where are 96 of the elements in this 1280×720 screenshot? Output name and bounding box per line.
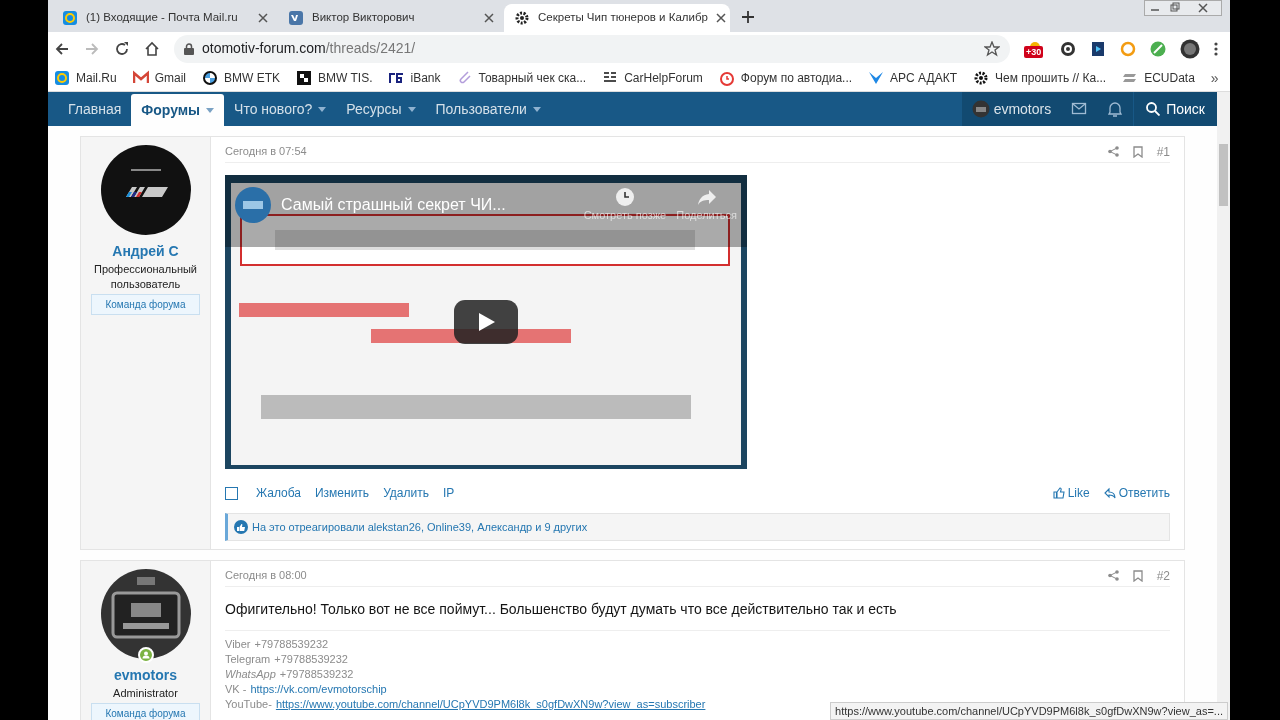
lock-icon bbox=[184, 42, 194, 55]
post-time[interactable]: Сегодня в 08:00 bbox=[225, 567, 307, 584]
user-badge: Команда форума bbox=[91, 703, 200, 720]
signature-label: Telegram bbox=[225, 652, 271, 667]
bookmark[interactable]: iBank bbox=[388, 69, 441, 87]
reactions-bar[interactable]: На это отреагировали alekstan26, Online39, Александр и 9 других bbox=[225, 513, 1170, 541]
action-link[interactable]: Удалить bbox=[383, 484, 429, 502]
bookmark[interactable]: Mail.Ru bbox=[54, 69, 117, 87]
close-icon[interactable] bbox=[484, 13, 494, 23]
thumbs-up-icon bbox=[1052, 487, 1065, 499]
browser-tab[interactable]: Секреты Чип тюнеров и Калибр bbox=[504, 4, 730, 32]
menu-icon[interactable] bbox=[1214, 41, 1218, 56]
signature-value: +79788539232 bbox=[279, 667, 354, 682]
profile-avatar-icon[interactable] bbox=[1180, 38, 1200, 59]
reload-icon[interactable] bbox=[114, 40, 130, 57]
post-number[interactable]: #2 bbox=[1156, 566, 1170, 585]
action-link[interactable]: Жалоба bbox=[256, 484, 301, 502]
link[interactable]: https://www.youtube.com/channel/UCpYVD9PM6l8k_s0gfDwXN9w?view_as=subscriber bbox=[275, 697, 706, 712]
link[interactable]: https://vk.com/evmotorschip bbox=[250, 682, 387, 697]
roundel-icon bbox=[202, 70, 219, 86]
checker-icon bbox=[296, 70, 313, 86]
gear-icon bbox=[514, 10, 530, 26]
user-badge: Команда форума bbox=[91, 294, 200, 315]
bell-icon[interactable] bbox=[1097, 92, 1134, 126]
signature-label: WhatsApp bbox=[225, 667, 276, 682]
envelope-icon bbox=[132, 70, 149, 86]
url-text: otomotiv-forum.com/threads/2421/ bbox=[202, 39, 417, 58]
back-icon[interactable] bbox=[54, 40, 70, 57]
check-mark-icon bbox=[868, 70, 885, 86]
address-bar[interactable]: otomotiv-forum.com/threads/2421/ bbox=[174, 34, 1010, 63]
bookmark-icon[interactable] bbox=[1132, 145, 1143, 158]
new-tab-icon[interactable] bbox=[742, 11, 754, 23]
reply-icon bbox=[1103, 487, 1116, 499]
at-sign-icon bbox=[62, 10, 78, 26]
share-icon[interactable] bbox=[1107, 570, 1119, 581]
account-button[interactable]: evmotors bbox=[961, 92, 1062, 126]
nav-tab[interactable]: Пользователи bbox=[425, 92, 551, 126]
at-sign-icon bbox=[54, 70, 70, 86]
bookmark[interactable]: Товарный чек ска... bbox=[456, 69, 587, 87]
post-number[interactable]: #1 bbox=[1156, 142, 1170, 161]
author-name[interactable]: Андрей С bbox=[112, 241, 179, 262]
paperclip-icon bbox=[456, 70, 473, 86]
status-url: https://www.youtube.com/channel/UCpYVD9PM6l8k_s0gfDwXN9w?view_as=... bbox=[830, 701, 1228, 720]
post-time[interactable]: Сегодня в 07:54 bbox=[225, 143, 307, 160]
home-icon[interactable] bbox=[144, 40, 160, 57]
author-name[interactable]: evmotors bbox=[114, 665, 177, 686]
reply-link[interactable]: Ответить bbox=[1103, 484, 1170, 502]
bookmark-icon[interactable] bbox=[1132, 569, 1143, 582]
close-icon[interactable] bbox=[715, 13, 726, 23]
search-button[interactable]: Поиск bbox=[1134, 92, 1217, 126]
like-link[interactable]: Like bbox=[1052, 484, 1090, 502]
signature-label: VK - bbox=[225, 682, 247, 697]
bookmark[interactable]: BMW ETK bbox=[202, 69, 281, 87]
user-title: Профессиональный пользователь bbox=[92, 262, 198, 292]
action-link[interactable]: Изменить bbox=[315, 484, 370, 502]
nav-tab[interactable]: Ресурсы bbox=[336, 92, 426, 126]
browser-tab[interactable]: (1) Входящие - Почта Mail.ru bbox=[52, 4, 278, 32]
bookmark[interactable]: ECUData bbox=[1122, 69, 1195, 87]
channel-logo-icon[interactable] bbox=[235, 187, 271, 224]
leaf-icon[interactable] bbox=[1150, 40, 1166, 57]
bookmark[interactable]: Чем прошить // Ка... bbox=[972, 69, 1107, 87]
more-bookmarks-button[interactable]: » bbox=[1210, 67, 1219, 89]
extension-button[interactable]: +30 bbox=[1024, 38, 1046, 59]
user-title: Administrator bbox=[112, 686, 179, 701]
gear-icon bbox=[972, 70, 989, 86]
count-badge: +30 bbox=[1024, 45, 1044, 58]
play-button-icon[interactable] bbox=[454, 300, 518, 344]
signature-label: Viber bbox=[225, 637, 251, 652]
share-icon[interactable] bbox=[1107, 146, 1119, 157]
nav-tab[interactable]: Что нового? bbox=[224, 92, 337, 126]
bookmark[interactable]: BMW TIS. bbox=[296, 69, 373, 87]
nav-tab[interactable]: Главная bbox=[58, 92, 132, 126]
post-text: Офигительно! Только вот не все поймут... Большенство будут думать что все действительно так и есть bbox=[225, 599, 1170, 631]
bookmark[interactable]: Gmail bbox=[132, 69, 187, 87]
star-icon[interactable] bbox=[984, 40, 1000, 57]
avatar-icon bbox=[971, 100, 990, 118]
scrollbar-thumb[interactable] bbox=[1219, 144, 1228, 206]
bookmark[interactable]: Форум по автодиа... bbox=[718, 69, 853, 87]
logo-icon bbox=[288, 10, 304, 26]
close-icon[interactable] bbox=[258, 13, 268, 23]
clock-icon[interactable] bbox=[614, 187, 635, 207]
select-checkbox[interactable] bbox=[225, 486, 238, 500]
action-link[interactable]: IP bbox=[442, 484, 455, 502]
alarm-clock-icon bbox=[718, 70, 735, 86]
film-icon[interactable] bbox=[1090, 40, 1106, 57]
extension-icon[interactable] bbox=[1060, 40, 1076, 57]
logo-icon bbox=[388, 70, 405, 86]
bookmark[interactable]: CarHelpForum bbox=[602, 69, 703, 87]
nav-tab[interactable]: Форумы bbox=[131, 94, 225, 126]
signature-value: +79788539232 bbox=[254, 637, 329, 652]
search-icon bbox=[1146, 102, 1161, 116]
signature-label: YouTube- bbox=[225, 697, 272, 712]
thumbs-up-icon bbox=[234, 520, 248, 534]
bookmark[interactable]: APC АДАКТ bbox=[868, 69, 957, 87]
browser-tab[interactable]: Виктор Викторович bbox=[278, 4, 504, 32]
signature-value: +79788539232 bbox=[274, 652, 348, 667]
